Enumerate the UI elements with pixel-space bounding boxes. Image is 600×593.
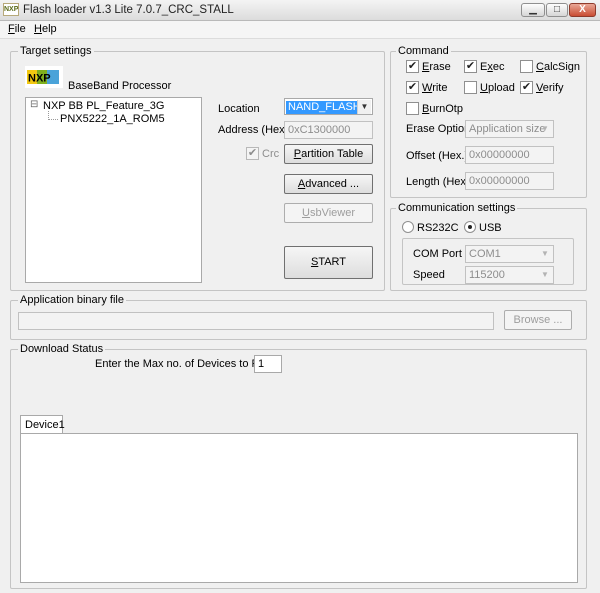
check-icon: ✔ — [407, 81, 418, 93]
erase-option-combo[interactable]: Application size ▼ — [465, 120, 554, 138]
write-label: Write — [422, 82, 448, 94]
erase-option-label: Erase Option — [406, 123, 471, 135]
binary-path-field[interactable] — [18, 312, 494, 330]
nxp-logo: NXP — [25, 66, 63, 88]
browse-button[interactable]: Browse ... — [504, 310, 572, 330]
target-tree[interactable]: ⊟ NXP BB PL_Feature_3G PNX5222_1A_ROM5 — [25, 97, 202, 283]
upload-checkbox[interactable] — [464, 81, 477, 94]
start-button[interactable]: START — [284, 246, 373, 279]
com-port-combo[interactable]: COM1 ▼ — [465, 245, 554, 263]
processor-label: BaseBand Processor — [68, 80, 172, 92]
tree-child-item[interactable]: PNX5222_1A_ROM5 — [60, 113, 165, 125]
calcsign-checkbox[interactable] — [520, 60, 533, 73]
combo-arrow-icon: ▼ — [541, 124, 549, 133]
rs232c-label: RS232C — [417, 222, 459, 234]
speed-combo[interactable]: 115200 ▼ — [465, 266, 554, 284]
burnotp-checkbox[interactable] — [406, 102, 419, 115]
verify-checkbox[interactable]: ✔ — [520, 81, 533, 94]
device1-panel — [20, 433, 578, 583]
combo-arrow-icon: ▼ — [541, 249, 549, 258]
target-settings-label: Target settings — [18, 45, 94, 57]
write-checkbox[interactable]: ✔ — [406, 81, 419, 94]
menu-bar: File Help — [0, 21, 600, 39]
burnotp-label: BurnOtp — [422, 103, 463, 115]
rs232c-radio[interactable] — [402, 221, 414, 233]
command-label: Command — [396, 45, 451, 57]
tree-connector — [48, 119, 58, 120]
speed-label: Speed — [413, 269, 445, 281]
erase-label: Erase — [422, 61, 451, 73]
usb-label: USB — [479, 222, 502, 234]
length-field[interactable]: 0x00000000 — [465, 172, 554, 190]
max-devices-field[interactable]: 1 — [254, 355, 282, 373]
crc-label: Crc — [262, 148, 280, 160]
length-label: Length (Hex.) — [406, 176, 473, 188]
location-label: Location — [218, 103, 260, 115]
tree-root-item[interactable]: NXP BB PL_Feature_3G — [43, 100, 164, 112]
address-label: Address (Hex.) — [218, 124, 292, 136]
menu-help[interactable]: Help — [34, 23, 57, 35]
combo-arrow-icon: ▼ — [541, 270, 549, 279]
check-icon: ✔ — [407, 60, 418, 72]
partition-table-button[interactable]: Partition Table — [284, 144, 373, 164]
check-icon: ✔ — [247, 147, 258, 159]
window-title: Flash loader v1.3 Lite 7.0.7_CRC_STALL — [23, 4, 234, 16]
usb-radio[interactable] — [464, 221, 476, 233]
download-status-label: Download Status — [18, 343, 106, 355]
usbviewer-button[interactable]: UsbViewer — [284, 203, 373, 223]
combo-arrow-icon[interactable]: ▼ — [357, 100, 371, 114]
exec-label: Exec — [480, 61, 505, 73]
offset-field[interactable]: 0x00000000 — [465, 146, 554, 164]
tab-device1[interactable]: Device1 — [20, 415, 65, 434]
minimize-button[interactable]: ▁ — [521, 3, 545, 17]
location-value: NAND_FLASH — [286, 101, 363, 114]
title-bar[interactable]: NXP Flash loader v1.3 Lite 7.0.7_CRC_STA… — [0, 0, 600, 21]
offset-label: Offset (Hex.) — [406, 150, 469, 162]
check-icon: ✔ — [521, 81, 532, 93]
tab-device1-label: Device1 — [25, 419, 65, 431]
maximize-button[interactable]: □ — [546, 3, 568, 17]
erase-checkbox[interactable]: ✔ — [406, 60, 419, 73]
check-icon: ✔ — [465, 60, 476, 72]
communication-label: Communication settings — [396, 202, 518, 214]
com-port-label: COM Port — [413, 248, 462, 260]
address-field[interactable]: 0xC1300000 — [284, 121, 373, 139]
crc-checkbox[interactable]: ✔ — [246, 147, 259, 160]
verify-label: Verify — [536, 82, 564, 94]
calcsign-label: CalcSign — [536, 61, 581, 73]
advanced-button[interactable]: Advanced ... — [284, 174, 373, 194]
close-button[interactable]: X — [569, 3, 596, 17]
location-combo[interactable]: NAND_FLASH ▼ — [284, 98, 373, 115]
app-icon: NXP — [3, 3, 19, 16]
svg-text:NXP: NXP — [28, 73, 51, 85]
exec-checkbox[interactable]: ✔ — [464, 60, 477, 73]
radio-dot-icon — [468, 225, 472, 229]
upload-label: Upload — [480, 82, 515, 94]
tree-expand-icon[interactable]: ⊟ — [30, 99, 38, 110]
menu-file[interactable]: File — [8, 23, 26, 35]
application-binary-label: Application binary file — [18, 294, 126, 306]
